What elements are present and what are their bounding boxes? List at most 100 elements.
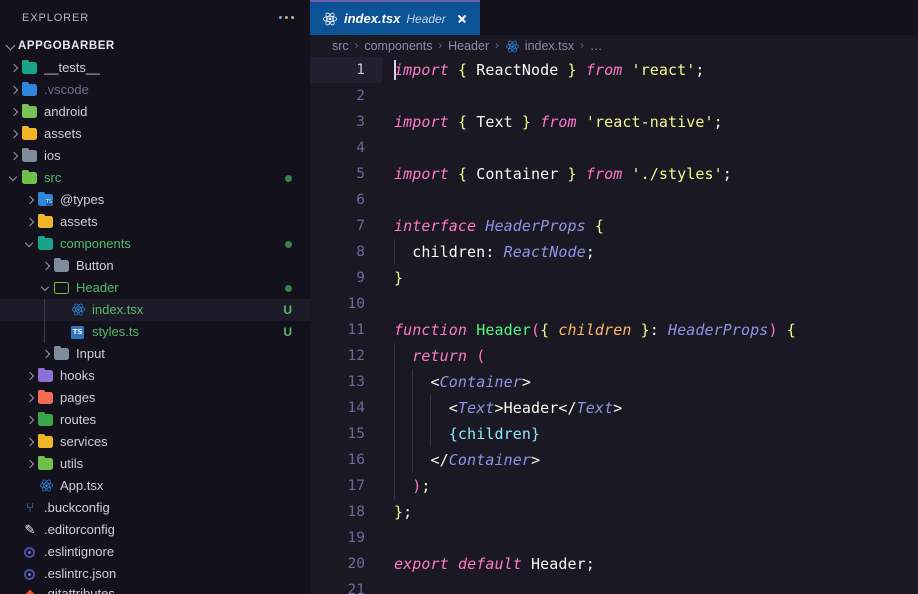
- react-icon: [38, 478, 54, 494]
- code-line[interactable]: 17 );: [310, 473, 918, 499]
- tree-item-types[interactable]: TS @types: [0, 189, 310, 211]
- tree-item-indextsx[interactable]: index.tsx U: [0, 298, 310, 321]
- tree-item-gitattributes[interactable]: ◆ .gitattributes: [0, 585, 310, 594]
- react-icon: [505, 39, 520, 54]
- tree-item-stylests[interactable]: TS styles.ts U: [0, 320, 310, 343]
- code-token: ;: [421, 477, 431, 495]
- tree-item-src[interactable]: src: [0, 167, 310, 189]
- folder-icon: [38, 411, 54, 428]
- close-icon[interactable]: [454, 11, 470, 27]
- code-line[interactable]: 8 children: ReactNode;: [310, 239, 918, 265]
- tree-item-button[interactable]: Button: [0, 255, 310, 277]
- code-line[interactable]: 18};: [310, 499, 918, 525]
- tree-item-assets[interactable]: assets: [0, 123, 310, 145]
- code-token: >: [494, 399, 504, 417]
- tree-item-apptsx[interactable]: App.tsx: [0, 475, 310, 497]
- chevron-right-icon[interactable]: [6, 107, 22, 116]
- tree-item-vscode[interactable]: .vscode: [0, 79, 310, 101]
- git-status-badge: U: [283, 302, 292, 317]
- code-line[interactable]: 4: [310, 135, 918, 161]
- tree-item-input[interactable]: Input: [0, 343, 310, 365]
- line-number: 4: [356, 140, 365, 156]
- workspace-root-row[interactable]: APPGOBARBER: [0, 35, 310, 57]
- tree-item-routes[interactable]: routes: [0, 409, 310, 431]
- indent-guide: [44, 298, 45, 321]
- code-line[interactable]: 2: [310, 83, 918, 109]
- file-tree[interactable]: __tests__ .vscode android assets ios src TS @ty…: [0, 57, 310, 594]
- breadcrumb-item-0[interactable]: src: [332, 39, 349, 53]
- code-text: import { ReactNode } from 'react';: [382, 57, 705, 83]
- code-line[interactable]: 21: [310, 577, 918, 594]
- line-number: 13: [347, 374, 365, 390]
- tree-item-eslintignore[interactable]: .eslintignore: [0, 541, 310, 563]
- code-line[interactable]: 19: [310, 525, 918, 551]
- code-text: return (: [382, 343, 485, 369]
- tree-item-eslintrcjson[interactable]: .eslintrc.json: [0, 563, 310, 585]
- breadcrumb-item-2[interactable]: Header: [448, 39, 489, 53]
- chevron-right-icon[interactable]: [22, 195, 38, 204]
- code-line[interactable]: 20 export default Header;: [310, 551, 918, 577]
- chevron-right-icon[interactable]: [6, 151, 22, 160]
- code-line[interactable]: 14 <Text>Header</Text>: [310, 395, 918, 421]
- ellipsis-icon[interactable]: [277, 12, 296, 23]
- chevron-right-icon[interactable]: [22, 459, 38, 468]
- code-line[interactable]: 6: [310, 187, 918, 213]
- tree-item-header[interactable]: Header: [0, 277, 310, 299]
- tree-item-components[interactable]: components: [0, 233, 310, 255]
- chevron-down-icon[interactable]: [22, 239, 38, 248]
- code-token: children: [558, 321, 632, 339]
- tree-item-utils[interactable]: utils: [0, 453, 310, 475]
- chevron-right-icon[interactable]: [22, 415, 38, 424]
- tree-item-label: __tests__: [44, 59, 101, 75]
- line-number: 14: [347, 400, 365, 416]
- code-line[interactable]: 16 </Container>: [310, 447, 918, 473]
- tree-item-label: .gitattributes: [44, 585, 115, 594]
- code-line[interactable]: 1 import { ReactNode } from 'react';: [310, 57, 918, 83]
- tree-item-android[interactable]: android: [0, 101, 310, 123]
- tree-item-buckconfig[interactable]: ⑂ .buckconfig: [0, 497, 310, 519]
- breadcrumb-item-1[interactable]: components: [364, 39, 432, 53]
- code-line[interactable]: 15 {children}: [310, 421, 918, 447]
- chevron-right-icon[interactable]: [6, 63, 22, 72]
- chevron-down-icon[interactable]: [6, 173, 22, 182]
- code-line[interactable]: 13 <Container>: [310, 369, 918, 395]
- tree-item-ios[interactable]: ios: [0, 145, 310, 167]
- code-line[interactable]: 11 function Header({ children }: HeaderPr…: [310, 317, 918, 343]
- tree-item-tests[interactable]: __tests__: [0, 57, 310, 79]
- chevron-right-icon[interactable]: [6, 85, 22, 94]
- chevron-right-icon[interactable]: [22, 437, 38, 446]
- folder-icon: [22, 59, 38, 76]
- git-modified-dot: [285, 240, 292, 248]
- tree-item-editorconfig[interactable]: ✎ .editorconfig: [0, 519, 310, 541]
- tree-item-services[interactable]: services: [0, 431, 310, 453]
- chevron-right-icon[interactable]: [6, 129, 22, 138]
- chevron-down-icon[interactable]: [38, 283, 54, 292]
- chevron-right-icon[interactable]: [22, 371, 38, 380]
- code-line[interactable]: 9}: [310, 265, 918, 291]
- tree-item-pages[interactable]: pages: [0, 387, 310, 409]
- code-line[interactable]: 10: [310, 291, 918, 317]
- code-editor[interactable]: 1 import { ReactNode } from 'react'; 2 3 imp…: [310, 57, 918, 594]
- code-token: <: [448, 399, 458, 417]
- breadcrumb[interactable]: src › components › Header › index.tsx ›…: [310, 35, 918, 57]
- chevron-right-icon[interactable]: [38, 349, 54, 358]
- tree-item-hooks[interactable]: hooks: [0, 365, 310, 387]
- tab-index-tsx[interactable]: index.tsx Header: [310, 0, 480, 35]
- chevron-right-icon[interactable]: [38, 261, 54, 270]
- code-indent-guide: [412, 447, 414, 473]
- tree-item-label: hooks: [60, 367, 95, 383]
- code-line[interactable]: 12 return (: [310, 343, 918, 369]
- code-line[interactable]: 5 import { Container } from './styles';: [310, 161, 918, 187]
- breadcrumb-item-3[interactable]: index.tsx: [505, 39, 574, 54]
- chevron-right-icon[interactable]: [22, 393, 38, 402]
- tree-item-assets[interactable]: assets: [0, 211, 310, 233]
- chevron-right-icon[interactable]: [22, 217, 38, 226]
- code-line[interactable]: 3 import { Text } from 'react-native';: [310, 109, 918, 135]
- code-line[interactable]: 7 interface HeaderProps {: [310, 213, 918, 239]
- breadcrumb-item-4[interactable]: …: [590, 39, 603, 53]
